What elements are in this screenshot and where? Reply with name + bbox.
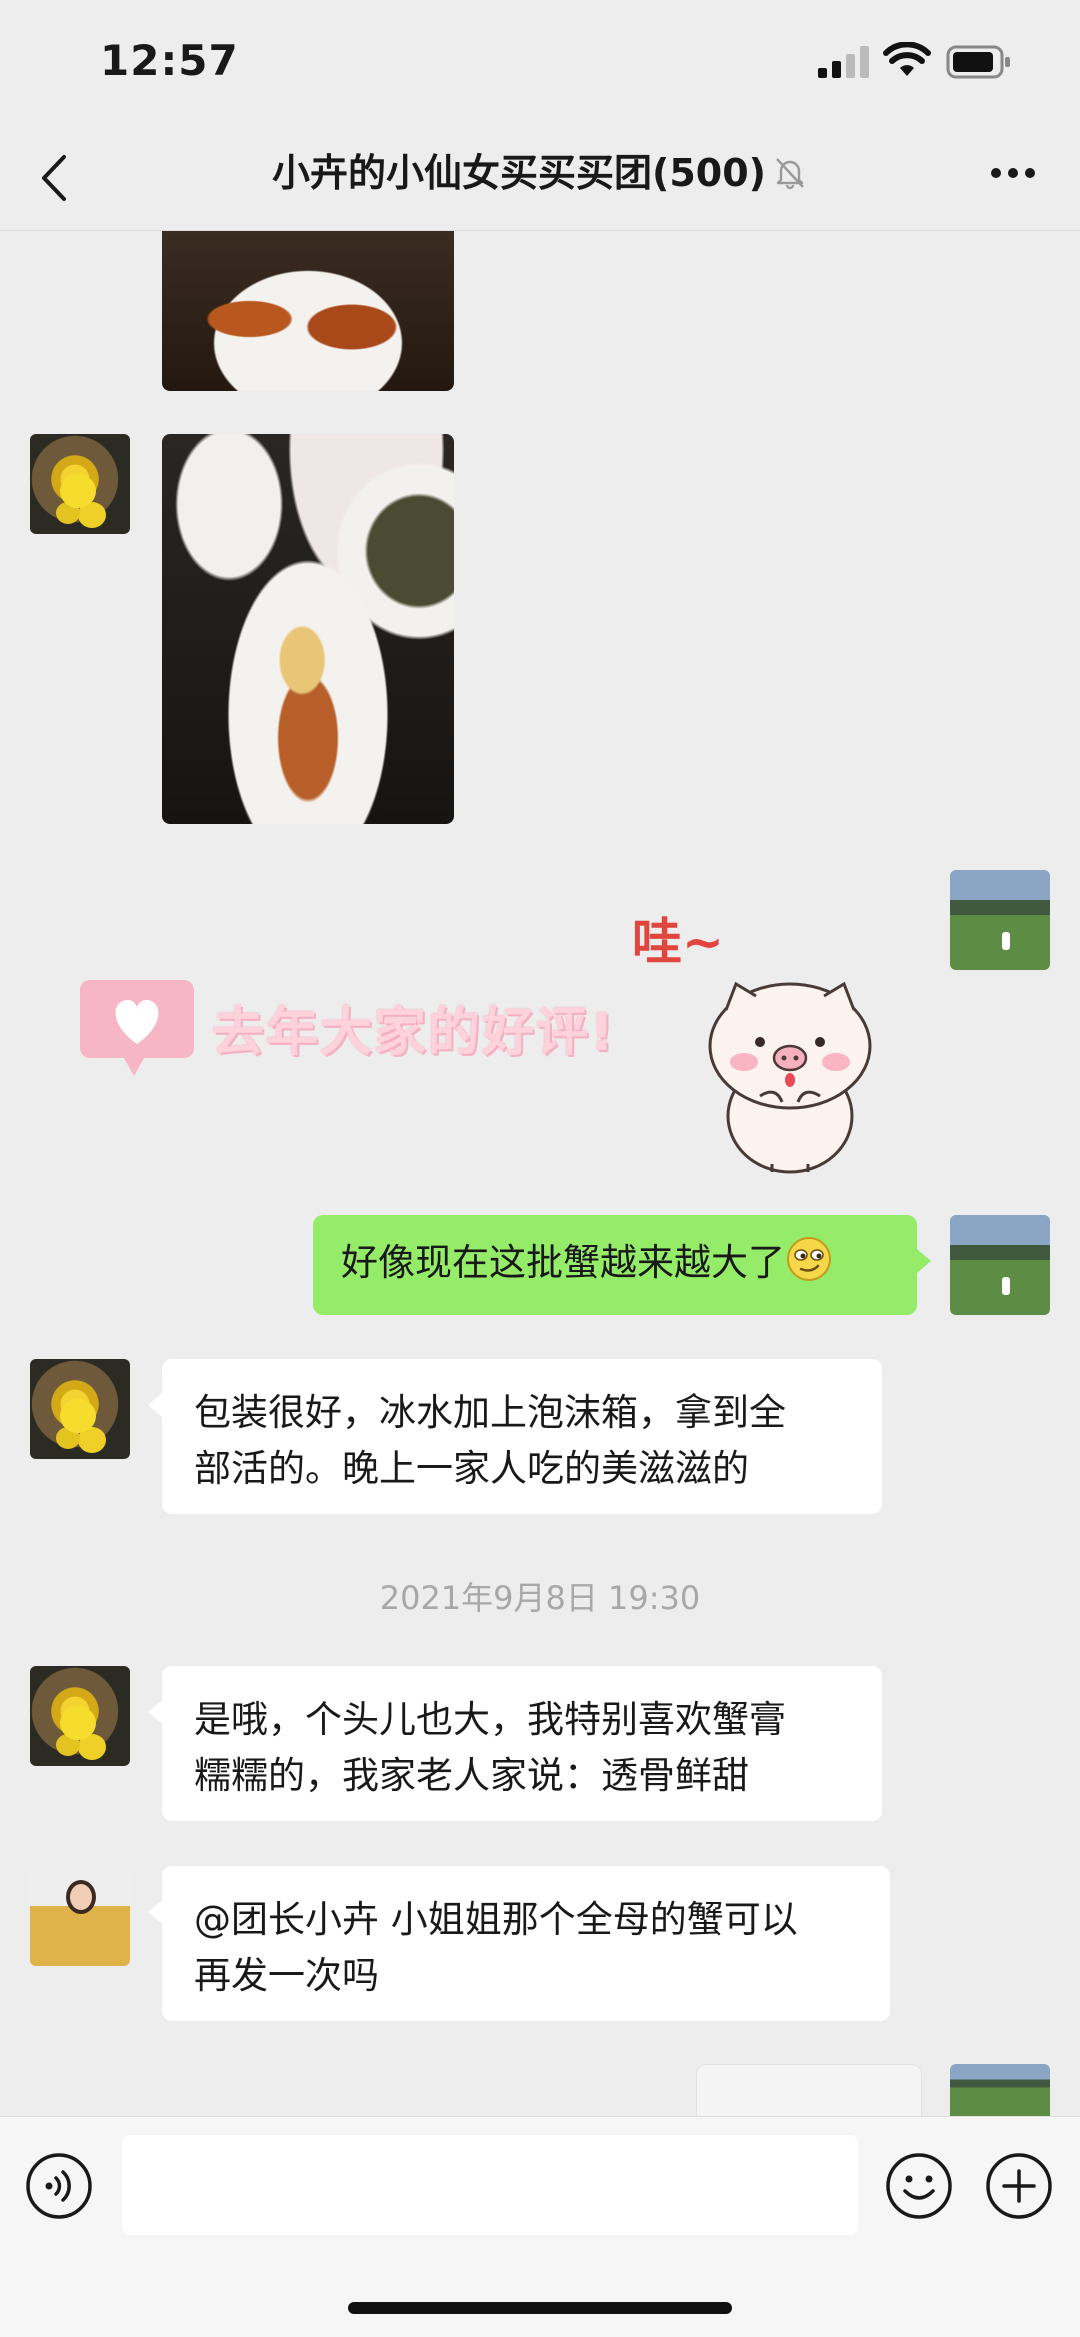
self-avatar[interactable] [950, 1215, 1050, 1315]
chat-title: 小卉的小仙女买买买团(500) [120, 147, 960, 199]
crab-photo[interactable] [162, 231, 454, 391]
status-time: 12:57 [100, 36, 239, 85]
avatar[interactable] [30, 434, 130, 534]
back-arrow-icon[interactable] [38, 153, 72, 203]
cellular-signal-icon [818, 46, 869, 78]
chat-title-text: 小卉的小仙女买买买团(500) [271, 151, 767, 195]
message-bubble[interactable]: 包装很好，冰水加上泡沫箱，拿到全 部活的。晚上一家人吃的美滋滋的 [148, 1359, 882, 1514]
self-avatar[interactable] [950, 870, 1050, 970]
status-bar: 12:57 [0, 0, 1080, 125]
emoji-icon[interactable] [884, 2151, 954, 2221]
message-bubble[interactable]: @团长小卉 小姐姐那个全母的蟹可以 再发一次吗 [148, 1866, 890, 2021]
home-indicator[interactable] [348, 2302, 732, 2314]
wifi-icon [883, 42, 931, 76]
crab-dinner-photo[interactable] [162, 434, 454, 824]
more-options-icon[interactable] [990, 161, 1036, 185]
overlay-caption: 去年大家的好评! [212, 1003, 616, 1063]
heart-badge-icon [80, 980, 194, 1076]
pig-sticker[interactable] [690, 966, 890, 1176]
avatar[interactable] [30, 1359, 130, 1459]
chat-header: 小卉的小仙女买买买团(500) [0, 125, 1080, 231]
smirk-emoji-icon [787, 1237, 831, 1281]
sticker-caption: 哇~ [632, 913, 724, 971]
plus-icon[interactable] [984, 2151, 1054, 2221]
avatar[interactable] [30, 1866, 130, 1966]
battery-icon [946, 45, 1010, 79]
message-bubble-self[interactable]: 好像现在这批蟹越来越大了 [313, 1215, 931, 1315]
time-separator: 2021年9月8日 19:30 [379, 1579, 701, 1617]
message-input[interactable] [122, 2135, 858, 2235]
voice-input-icon[interactable] [24, 2151, 94, 2221]
message-text: 好像现在这批蟹越来越大了 [341, 1241, 785, 1284]
avatar[interactable] [30, 1666, 130, 1766]
mute-bell-icon [776, 158, 804, 190]
self-avatar[interactable] [950, 2064, 1050, 2116]
message-bubble[interactable]: 是哦，个头儿也大，我特别喜欢蟹膏 糯糯的，我家老人家说：透骨鲜甜 [148, 1666, 882, 1821]
